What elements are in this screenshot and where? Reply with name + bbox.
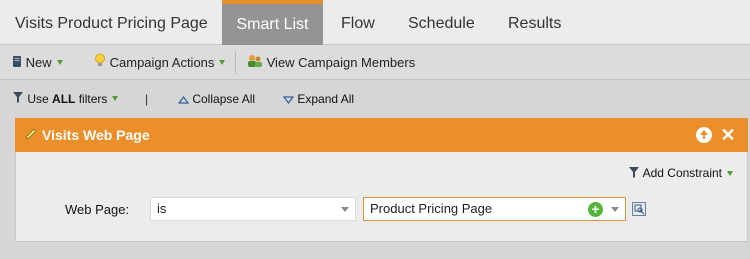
members-icon: [247, 46, 263, 81]
chevron-down-icon: [611, 207, 619, 212]
lightbulb-icon: [94, 46, 106, 81]
operator-select[interactable]: is: [150, 197, 356, 221]
add-constraint-button[interactable]: Add Constraint: [628, 166, 733, 182]
filter-card: Visits Web Page ✕ Add Constraint Web Pag…: [15, 118, 748, 242]
campaign-actions-label: Campaign Actions: [109, 55, 215, 70]
tab-bar: Visits Product Pricing Page Smart List F…: [0, 0, 750, 45]
collapse-all-label: Collapse All: [192, 92, 256, 106]
tab-campaign-name[interactable]: Visits Product Pricing Page: [15, 0, 208, 45]
collapse-icon: [177, 81, 190, 119]
add-constraint-label: Add Constraint: [642, 166, 722, 181]
use-all-prefix: Use: [27, 92, 53, 106]
new-icon: [12, 46, 22, 81]
chevron-down-icon: [219, 60, 226, 66]
chevron-down-icon: [727, 170, 733, 176]
add-value-icon[interactable]: +: [588, 202, 603, 217]
chevron-down-icon: [341, 207, 349, 212]
web-page-label: Web Page:: [65, 202, 130, 217]
close-icon[interactable]: ✕: [720, 126, 736, 144]
tab-results[interactable]: Results: [508, 0, 561, 45]
filterbar-separator: |: [145, 92, 149, 106]
expand-all-label: Expand All: [297, 92, 355, 106]
move-up-icon[interactable]: [696, 127, 712, 143]
view-campaign-members-button[interactable]: View Campaign Members: [247, 45, 415, 80]
use-all-suffix: filters: [75, 92, 108, 106]
expand-all-button[interactable]: Expand All: [282, 80, 355, 119]
tab-flow[interactable]: Flow: [341, 0, 375, 45]
use-all-bold: ALL: [52, 92, 76, 106]
filter-card-header: Visits Web Page ✕: [15, 118, 748, 152]
web-page-value: Product Pricing Page: [370, 201, 493, 216]
expand-icon: [282, 81, 295, 119]
tab-smart-list[interactable]: Smart List: [222, 0, 323, 45]
chevron-down-icon: [112, 96, 119, 102]
new-label: New: [25, 55, 52, 70]
campaign-actions-button[interactable]: Campaign Actions: [94, 45, 226, 81]
operator-value: is: [157, 201, 167, 216]
use-all-filters-dropdown[interactable]: Use ALL filters: [12, 80, 119, 119]
filter-funnel-icon: [628, 166, 640, 182]
new-button[interactable]: New: [12, 45, 63, 80]
filter-funnel-icon: [12, 81, 24, 119]
filter-title: Visits Web Page: [42, 127, 150, 143]
toolbar-divider: [235, 51, 236, 74]
trigger-pencil-icon: [24, 119, 38, 153]
chevron-down-icon: [56, 60, 63, 66]
value-picker-icon[interactable]: [632, 202, 646, 216]
view-campaign-members-label: View Campaign Members: [266, 55, 416, 70]
web-page-value-select[interactable]: Product Pricing Page +: [363, 197, 626, 221]
filter-options-bar: Use ALL filters | Collapse All Expand Al…: [0, 80, 750, 118]
toolbar: New Campaign Actions View Campaign Membe…: [0, 45, 750, 80]
collapse-all-button[interactable]: Collapse All: [177, 80, 256, 119]
tab-schedule[interactable]: Schedule: [408, 0, 475, 45]
